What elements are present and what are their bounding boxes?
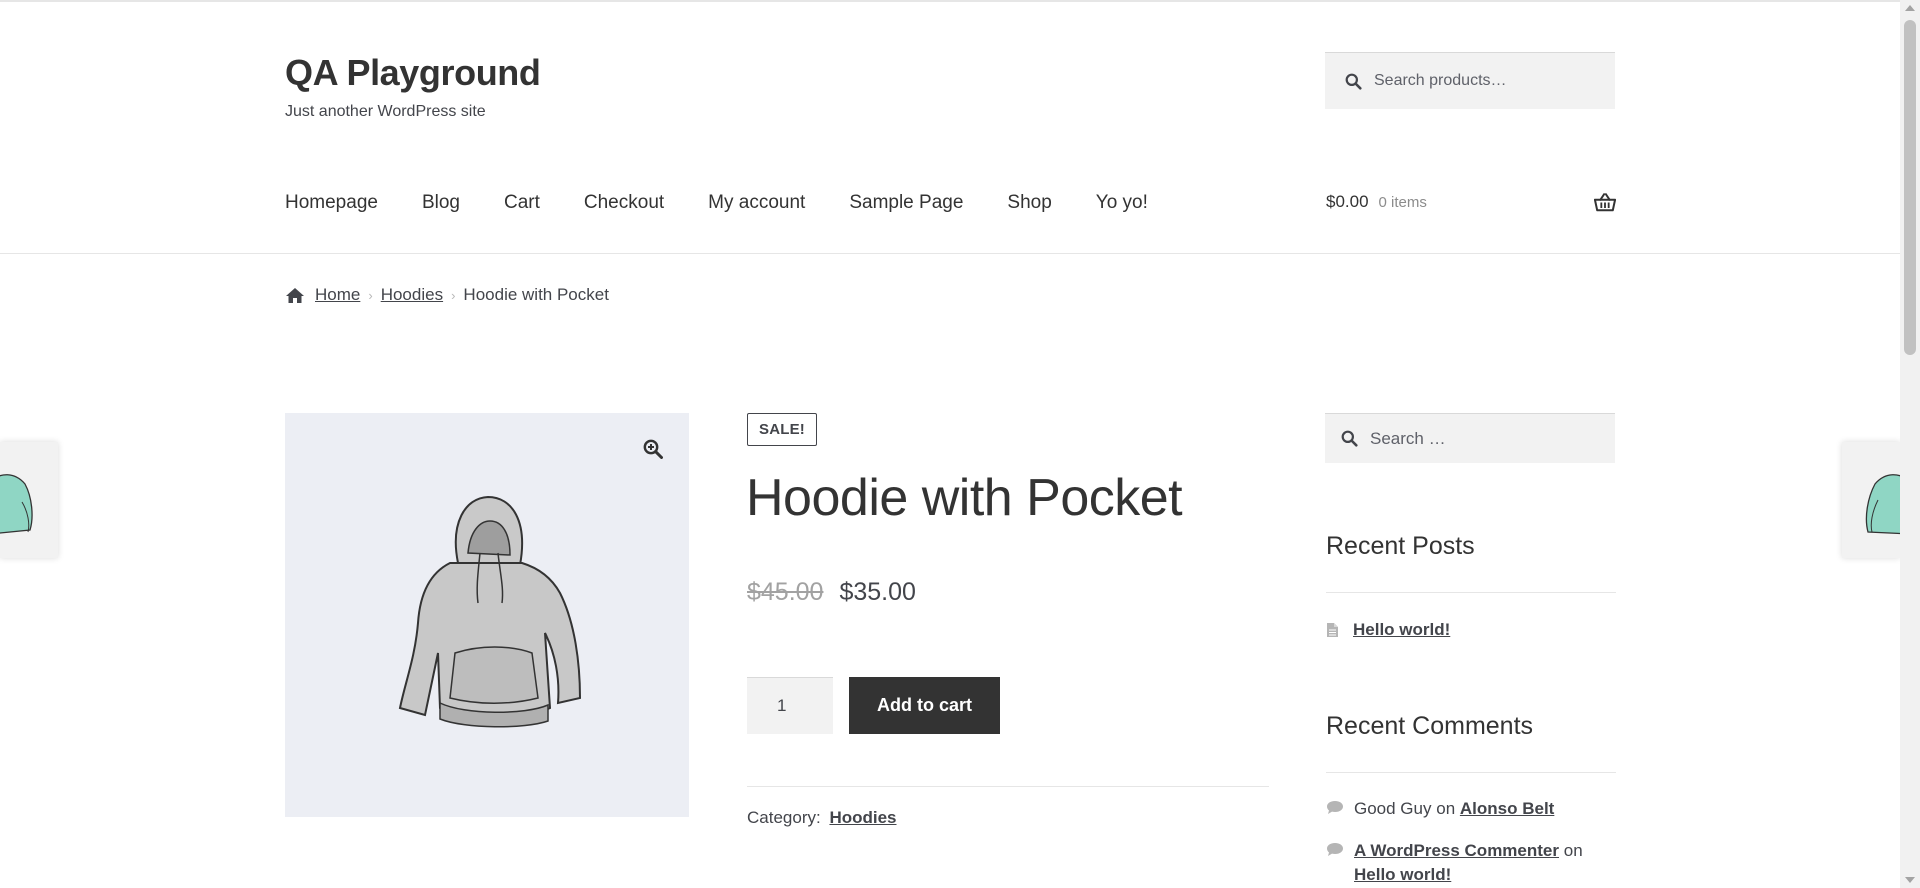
breadcrumb: Home › Hoodies › Hoodie with Pocket (285, 285, 609, 305)
product-image[interactable] (285, 413, 689, 817)
quantity-input[interactable]: 1 (747, 677, 833, 734)
product-search-placeholder: Search products… (1374, 72, 1507, 89)
sale-price: $35.00 (839, 578, 916, 606)
nav-item-shop[interactable]: Shop (1007, 192, 1051, 214)
header-divider (0, 253, 1900, 254)
recent-posts-divider (1326, 592, 1616, 593)
nav-item-yo-yo[interactable]: Yo yo! (1096, 192, 1148, 214)
sidebar-search-input[interactable]: Search … (1325, 413, 1615, 463)
document-icon (1327, 623, 1338, 637)
breadcrumb-home-link[interactable]: Home (315, 285, 360, 305)
comment-on: on (1436, 799, 1456, 818)
scrollbar-thumb[interactable] (1904, 20, 1916, 355)
hoodie-illustration (398, 495, 582, 728)
page: QA Playground Just another WordPress sit… (0, 0, 1920, 888)
hoodie-thumbnail-icon (1865, 474, 1900, 535)
next-product-thumbnail[interactable] (1842, 442, 1900, 558)
vertical-scrollbar[interactable] (1900, 0, 1920, 888)
product-search-input[interactable]: Search products… (1325, 52, 1615, 109)
zoom-icon[interactable] (643, 439, 663, 459)
regular-price: $45.00 (747, 578, 824, 606)
nav-item-my-account[interactable]: My account (708, 192, 805, 214)
hoodie-thumbnail-icon (0, 474, 33, 534)
cart-count: 0 items (1378, 193, 1427, 211)
nav-item-blog[interactable]: Blog (422, 192, 460, 214)
comment-post-link[interactable]: Hello world! (1354, 865, 1451, 884)
recent-comments-title: Recent Comments (1326, 712, 1534, 740)
category-link[interactable]: Hoodies (829, 808, 896, 827)
recent-post-link[interactable]: Hello world! (1353, 620, 1450, 640)
sale-badge: SALE! (747, 413, 817, 446)
add-to-cart-button[interactable]: Add to cart (849, 677, 1000, 734)
mini-cart[interactable]: $0.00 0 items (1326, 192, 1616, 212)
primary-navigation: Homepage Blog Cart Checkout My account S… (285, 192, 1148, 214)
comment-post-link[interactable]: Alonso Belt (1460, 799, 1554, 818)
nav-item-sample-page[interactable]: Sample Page (849, 192, 963, 214)
nav-item-cart[interactable]: Cart (504, 192, 540, 214)
breadcrumb-category-link[interactable]: Hoodies (381, 285, 443, 305)
breadcrumb-current: Hoodie with Pocket (463, 285, 609, 304)
home-icon (286, 287, 304, 303)
scroll-up-icon[interactable] (1905, 5, 1915, 11)
nav-item-checkout[interactable]: Checkout (584, 192, 664, 214)
recent-comment-item: Good Guy on Alonso Belt (1326, 797, 1616, 821)
breadcrumb-separator-icon: › (368, 287, 373, 303)
comment-icon (1326, 839, 1354, 887)
breadcrumb-separator-icon: › (451, 287, 456, 303)
product-category: Category: Hoodies (747, 808, 897, 828)
previous-product-thumbnail[interactable] (0, 442, 58, 558)
scroll-down-icon[interactable] (1905, 877, 1915, 883)
summary-divider (747, 786, 1269, 787)
site-tagline: Just another WordPress site (285, 103, 486, 120)
comment-icon (1326, 797, 1354, 821)
recent-posts-title: Recent Posts (1326, 532, 1475, 560)
category-label: Category: (747, 808, 821, 827)
sidebar-search-placeholder: Search … (1370, 428, 1446, 448)
recent-post-item: Hello world! (1326, 620, 1450, 640)
search-icon (1341, 430, 1358, 447)
comment-author-link[interactable]: A WordPress Commenter (1354, 841, 1559, 860)
recent-comments-divider (1326, 772, 1616, 773)
basket-icon (1594, 192, 1616, 211)
search-icon (1345, 73, 1362, 90)
comment-on: on (1563, 841, 1583, 860)
product-price: $45.00 $35.00 (747, 578, 916, 607)
comment-author: Good Guy (1354, 799, 1432, 818)
cart-amount: $0.00 (1326, 192, 1369, 211)
site-title[interactable]: QA Playground (285, 52, 541, 94)
top-divider (0, 0, 1900, 2)
nav-item-homepage[interactable]: Homepage (285, 192, 378, 214)
recent-comment-item: A WordPress Commenter on Hello world! (1326, 839, 1616, 887)
product-title: Hoodie with Pocket (746, 469, 1183, 527)
